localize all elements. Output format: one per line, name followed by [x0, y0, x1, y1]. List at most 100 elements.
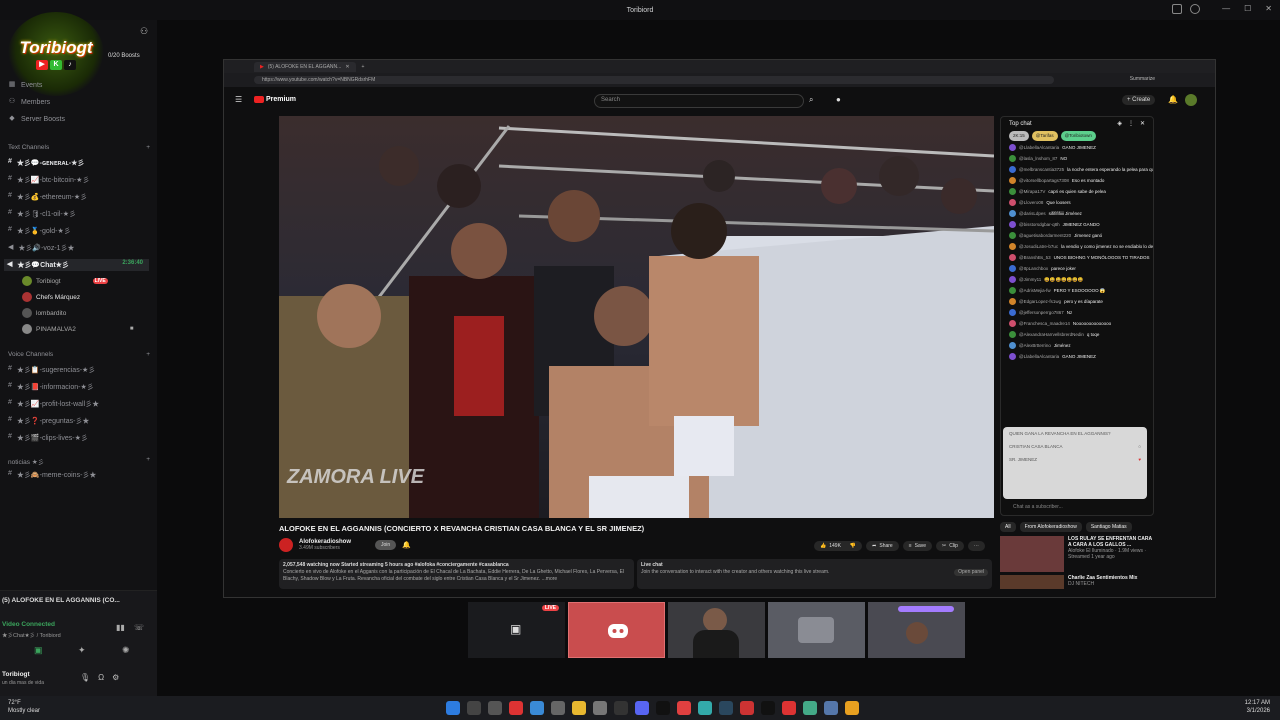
channel-oil[interactable]: # ★彡🛢-cl1-oil-★彡	[8, 209, 76, 219]
headset-icon[interactable]: Ω	[98, 673, 104, 682]
chat-author[interactable]: @Franchesca_maadre14	[1019, 321, 1070, 326]
avatar[interactable]	[1009, 287, 1016, 294]
chat-author[interactable]: @vitorsellbopartags7308	[1019, 178, 1069, 183]
avatar[interactable]	[1009, 199, 1016, 206]
chat-author[interactable]: @Mirapa17V	[1019, 189, 1045, 194]
stream-tile-user[interactable]	[668, 602, 765, 658]
menu-events[interactable]: ▦ Events	[8, 81, 43, 89]
top-chat-dropdown[interactable]: Top chat	[1009, 121, 1032, 127]
chip-related[interactable]: Santiago Matias	[1085, 522, 1132, 532]
app-icon[interactable]	[803, 701, 817, 715]
channel-ethereum[interactable]: # ★彡💰-ethereum-★彡	[8, 192, 87, 202]
chat-author[interactable]: @JosudiLatre-b7uc	[1019, 244, 1058, 249]
voice-user[interactable]: PINAMALVA2 ■	[22, 324, 133, 334]
pinned-chip[interactable]: @Tarifas	[1031, 131, 1058, 141]
pinned-chip[interactable]: 2K:15	[1009, 131, 1029, 141]
tiktok-icon[interactable]	[761, 701, 775, 715]
chat-author[interactable]: @aguetisabordarment220	[1019, 233, 1071, 238]
tiktok-icon[interactable]	[656, 701, 670, 715]
stream-tile-discord[interactable]	[568, 602, 665, 658]
minimize-button[interactable]: —	[1222, 4, 1230, 13]
avatar[interactable]	[1009, 243, 1016, 250]
app-icon[interactable]	[782, 701, 796, 715]
notifications-icon[interactable]: 🔔	[1168, 95, 1178, 104]
file-explorer-icon[interactable]	[572, 701, 586, 715]
avatar[interactable]	[1009, 221, 1016, 228]
voice-user[interactable]: Chefs Márquez	[22, 292, 80, 302]
avatar[interactable]	[1009, 265, 1016, 272]
avatar[interactable]	[1009, 298, 1016, 305]
avatar[interactable]	[1009, 342, 1016, 349]
inbox-icon[interactable]	[1172, 4, 1182, 14]
channel-sugerencias[interactable]: # ★彡📋-sugerencias-★彡	[8, 365, 95, 375]
poll-option[interactable]: CRISTIAN CASA BLANCA ○	[1009, 444, 1141, 449]
channel-general[interactable]: # ★彡💬-ɢᴇɴᴇʀᴀʟ-★彡	[8, 158, 84, 168]
chat-author[interactable]: @EdgarLopez-fs1wg	[1019, 299, 1061, 304]
chat-author[interactable]: @LlabellaAlcantaria	[1019, 145, 1059, 150]
points-icon[interactable]: ◈	[1117, 120, 1122, 127]
browser-tab[interactable]: ▶ (5) ALOFOKE EN EL AGGANN... ✕	[254, 61, 356, 72]
weather-widget[interactable]: 72°F Mostly clear	[8, 699, 40, 715]
voice-search-icon[interactable]: ●	[836, 95, 841, 104]
thumbs-down-icon[interactable]: 👎	[850, 543, 856, 549]
youtube-logo[interactable]: Premium	[254, 96, 296, 103]
camera-icon[interactable]: ▣	[34, 645, 43, 656]
channel-preguntas[interactable]: # ★彡❓-preguntas-彡★	[8, 416, 89, 426]
close-button[interactable]: ✕	[1265, 4, 1272, 13]
avatar[interactable]	[1009, 353, 1016, 360]
start-icon[interactable]	[446, 701, 460, 715]
clip-button[interactable]: ✂ Clip	[936, 541, 964, 551]
boost-counter[interactable]: 0/20 Boosts	[108, 53, 140, 59]
capcut-icon[interactable]	[614, 701, 628, 715]
channel-path[interactable]: ★彡Chat★彡 / Toribiord	[2, 631, 61, 639]
avatar[interactable]	[1009, 188, 1016, 195]
mic-icon[interactable]: 🎙	[80, 673, 90, 682]
avatar[interactable]	[1009, 331, 1016, 338]
steam-icon[interactable]	[719, 701, 733, 715]
menu-members[interactable]: ⚇ Members	[8, 98, 50, 106]
maximize-button[interactable]: ☐	[1244, 4, 1251, 13]
video-player[interactable]: ZAMORA LIVE	[279, 116, 994, 518]
avatar[interactable]	[1009, 254, 1016, 261]
stream-tile-screen[interactable]: LIVE ▣	[468, 602, 565, 658]
close-tab-icon[interactable]: ✕	[345, 64, 349, 70]
chat-author[interactable]: @AlexandraHarrvellsbrerdNedin	[1019, 332, 1084, 337]
settings-icon[interactable]	[551, 701, 565, 715]
stream-tile-user[interactable]	[868, 602, 965, 658]
channel-profit-lost[interactable]: # ★彡📈-profit-lost-wall彡★	[8, 399, 99, 409]
more-icon[interactable]: ⋯	[967, 541, 985, 551]
chat-author[interactable]: @lasla_lnshom_87	[1019, 156, 1057, 161]
menu-server-boosts[interactable]: ◆ Server Boosts	[8, 115, 65, 123]
youtube-icon[interactable]	[509, 701, 523, 715]
avatar[interactable]	[1009, 166, 1016, 173]
add-channel-icon[interactable]: +	[146, 144, 150, 151]
create-button[interactable]: + Create	[1122, 95, 1156, 105]
username[interactable]: Toribiogt	[2, 671, 30, 678]
stream-tile-user[interactable]	[768, 602, 865, 658]
avatar[interactable]	[1009, 232, 1016, 239]
chip-channel[interactable]: From Alofokeradioshow	[1019, 522, 1082, 532]
store-icon[interactable]	[593, 701, 607, 715]
video-description[interactable]: 2,057,548 watching now Started streaming…	[279, 559, 634, 589]
save-button[interactable]: ≡ Save	[902, 541, 933, 551]
chat-author[interactable]: @LlabellaAlcantaria	[1019, 354, 1059, 359]
channel-informacion[interactable]: # ★彡📕-informacion-★彡	[8, 382, 94, 392]
avatar[interactable]	[1009, 309, 1016, 316]
url-input[interactable]: https://www.youtube.com/watch?v=NBNGRdsr…	[254, 76, 1054, 84]
search-icon[interactable]: ⌕	[809, 95, 813, 105]
subscribed-bell-icon[interactable]: 🔔	[402, 541, 411, 549]
chat-input[interactable]: Chat as a subscriber...	[1001, 500, 1153, 515]
avatar[interactable]	[1009, 276, 1016, 283]
more-icon[interactable]: ⋮	[1128, 120, 1134, 127]
task-view-icon[interactable]	[488, 701, 502, 715]
add-channel-icon[interactable]: +	[146, 351, 150, 358]
open-panel-button[interactable]: Open panel	[954, 569, 988, 576]
menu-icon[interactable]: ☰	[235, 95, 242, 104]
recommended-video[interactable]: LOS RULAY SE ENFRENTAN CARA A CARA A LOS…	[1000, 536, 1154, 572]
avatar[interactable]	[1009, 320, 1016, 327]
soundboard-icon[interactable]: ✺	[122, 645, 130, 656]
chat-author[interactable]: @AdrisMejia-fw	[1019, 288, 1051, 293]
avatar[interactable]	[1009, 155, 1016, 162]
category-voice-channels[interactable]: Voice Channels +	[8, 351, 150, 358]
channel-chat-active[interactable]: ◀ ★彡💬Chat★彡 2:36:40	[4, 259, 149, 271]
